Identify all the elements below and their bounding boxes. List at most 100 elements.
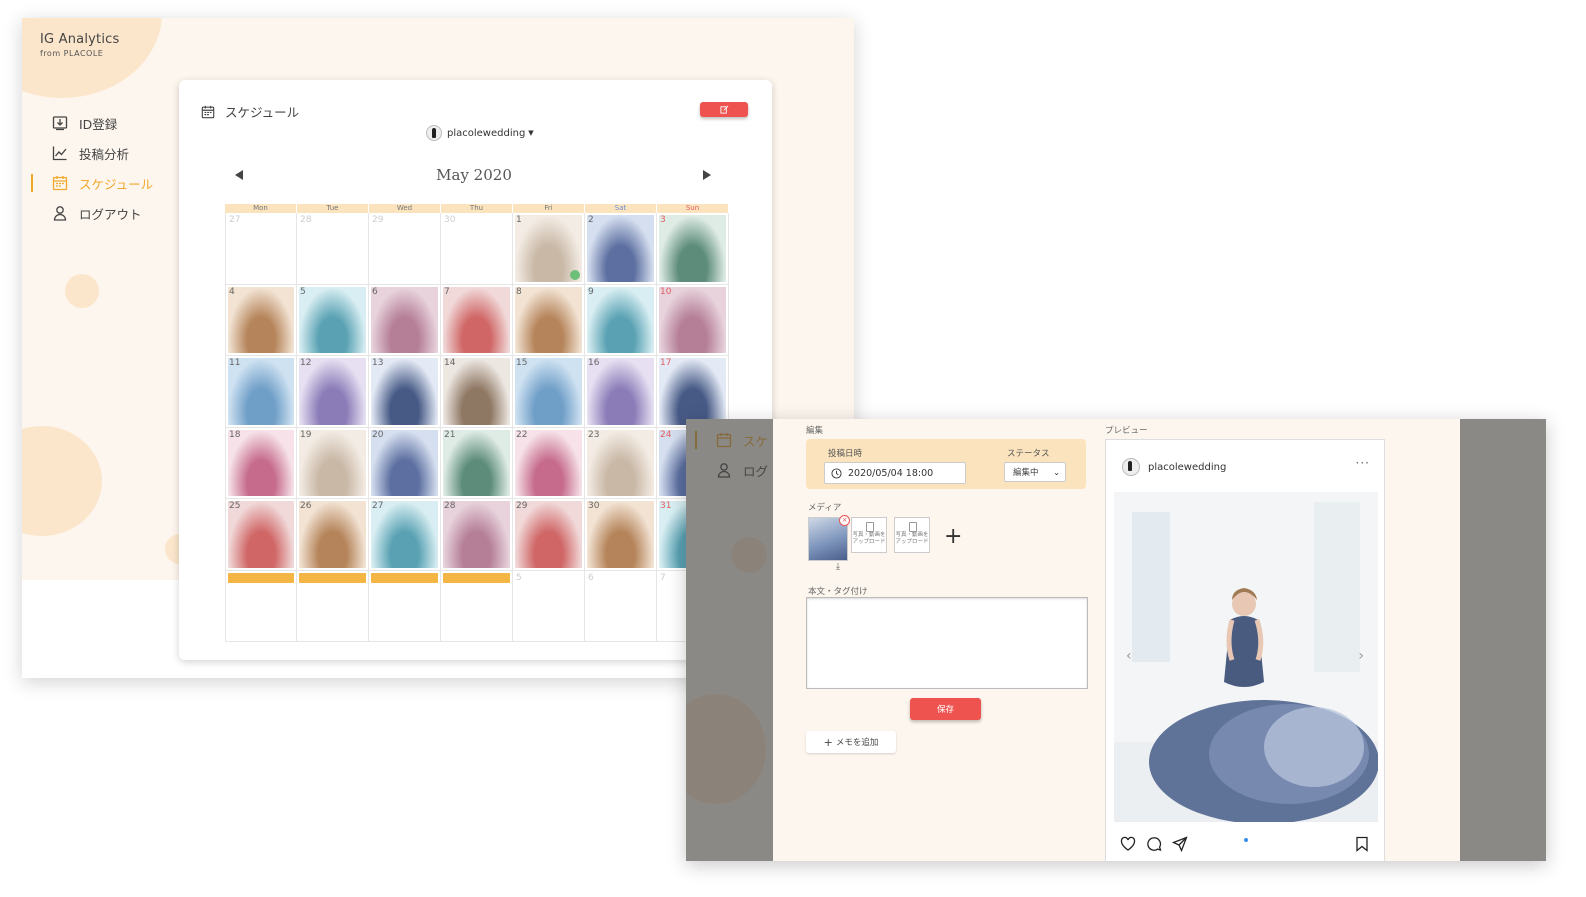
calendar-day-cell[interactable]: 14 <box>441 356 513 428</box>
calendar-day-cell[interactable]: 12 <box>297 356 369 428</box>
add-media-button[interactable]: + <box>944 526 962 548</box>
calendar-day-cell[interactable]: 1 <box>513 213 585 285</box>
calendar-day-cell[interactable]: 11 <box>225 356 297 428</box>
post-thumbnail[interactable] <box>299 286 366 353</box>
calendar-day-cell[interactable]: 18 <box>225 427 297 499</box>
sidebar-item-id-register[interactable]: ID登録 <box>22 108 172 138</box>
calendar-day-cell[interactable]: 10 <box>657 284 729 356</box>
calendar-day-cell[interactable]: 26 <box>297 499 369 571</box>
post-thumbnail[interactable] <box>443 286 510 353</box>
post-editor-window: スケ ログ 編集 プレビュー 投稿日時 ステータス 2020/05/04 18:… <box>686 419 1546 861</box>
status-select[interactable]: 編集中 ⌄ <box>1004 462 1066 482</box>
calendar-day-cell[interactable]: 23 <box>585 427 657 499</box>
media-thumbnail[interactable]: × <box>808 515 850 561</box>
post-date-input[interactable]: 2020/05/04 18:00 <box>824 462 966 484</box>
edit-icon <box>719 105 728 114</box>
calendar-day-cell[interactable]: 30 <box>441 213 513 285</box>
calendar-day-cell[interactable]: 15 <box>513 356 585 428</box>
remove-media-icon[interactable]: × <box>839 515 850 526</box>
calendar-day-cell[interactable]: 29 <box>513 499 585 571</box>
upload-slot-label: アップロード <box>852 539 886 545</box>
preview-account-name: placolewedding <box>1148 461 1227 473</box>
heart-icon[interactable] <box>1120 836 1136 852</box>
calendar-day-cell[interactable]: 8 <box>513 284 585 356</box>
calendar-day-cell[interactable]: 21 <box>441 427 513 499</box>
calendar-day-cell[interactable]: 16 <box>585 356 657 428</box>
add-memo-button[interactable]: + メモを追加 <box>806 731 896 753</box>
day-number: 6 <box>372 286 378 297</box>
day-number: 10 <box>660 286 672 297</box>
post-date-value: 2020/05/04 18:00 <box>848 467 934 479</box>
calendar-day-cell[interactable]: 20 <box>369 427 441 499</box>
next-month-button[interactable] <box>703 170 711 180</box>
day-number: 30 <box>444 215 456 225</box>
scheduled-bar[interactable] <box>228 572 294 583</box>
calendar-day-cell[interactable]: 28 <box>441 499 513 571</box>
page-title-text: スケジュール <box>225 105 300 120</box>
calendar-day-cell[interactable]: 6 <box>585 570 657 642</box>
dress-photo <box>1114 492 1378 822</box>
caption-textarea[interactable] <box>806 597 1088 689</box>
sidebar-item-schedule[interactable]: スケジュール <box>22 168 172 198</box>
more-options-icon[interactable]: ··· <box>1356 456 1370 470</box>
account-selector[interactable]: placolewedding ▼ <box>426 125 534 141</box>
calendar-day-cell[interactable]: 7 <box>441 284 513 356</box>
calendar-day-cell[interactable]: 13 <box>369 356 441 428</box>
comment-icon[interactable] <box>1146 836 1162 852</box>
calendar-day-cell[interactable]: 19 <box>297 427 369 499</box>
day-number: 7 <box>444 286 450 297</box>
modal-overlay <box>686 419 773 861</box>
post-thumbnail[interactable] <box>228 286 294 353</box>
status-label: ステータス <box>1007 449 1050 459</box>
post-thumbnail[interactable] <box>371 286 438 353</box>
calendar-day-cell[interactable]: 17 <box>657 356 729 428</box>
chevron-right-icon[interactable]: › <box>1358 648 1364 664</box>
calendar-day-cell[interactable]: 22 <box>513 427 585 499</box>
calendar-grid: Mon Tue Wed Thu Fri Sat Sun 27 28 29 30 1 2 3 4… <box>225 204 729 643</box>
sidebar-item-post-analysis[interactable]: 投稿分析 <box>22 138 172 168</box>
upload-slot[interactable]: 写真・動画を アップロード <box>851 517 887 553</box>
calendar-day-cell[interactable]: 27 <box>369 499 441 571</box>
chevron-left-icon[interactable]: ‹ <box>1126 648 1132 664</box>
scheduled-bar[interactable] <box>299 572 366 583</box>
calendar-day-cell[interactable]: 30 <box>585 499 657 571</box>
calendar-day-cell[interactable] <box>297 570 369 642</box>
post-thumbnail[interactable] <box>587 286 654 353</box>
day-number: 27 <box>372 501 384 511</box>
calendar-day-cell[interactable]: 4 <box>225 284 297 356</box>
calendar-day-cell[interactable]: 25 <box>225 499 297 571</box>
bookmark-icon[interactable] <box>1354 836 1370 852</box>
post-thumbnail[interactable] <box>659 215 726 282</box>
day-number: 27 <box>229 215 241 225</box>
preview-photo: ‹ › <box>1114 492 1378 822</box>
save-button[interactable]: 保存 <box>910 698 981 720</box>
modal-overlay-right <box>1460 419 1546 861</box>
calendar-day-cell[interactable]: 6 <box>369 284 441 356</box>
download-icon[interactable]: ⤓ <box>836 562 840 572</box>
calendar-day-cell[interactable] <box>225 570 297 642</box>
day-number: 20 <box>372 429 384 440</box>
add-memo-label: メモを追加 <box>835 738 879 748</box>
calendar-day-cell[interactable]: 3 <box>657 213 729 285</box>
calendar-day-cell[interactable]: 28 <box>297 213 369 285</box>
calendar-day-cell[interactable]: 29 <box>369 213 441 285</box>
sidebar-item-logout[interactable]: ログアウト <box>22 198 172 228</box>
post-thumbnail[interactable] <box>515 286 582 353</box>
scheduled-bar[interactable] <box>371 572 438 583</box>
instagram-preview: placolewedding ··· ‹ › <box>1105 439 1385 861</box>
calendar-day-cell[interactable] <box>441 570 513 642</box>
share-icon[interactable] <box>1172 836 1188 852</box>
calendar-day-cell[interactable]: 9 <box>585 284 657 356</box>
post-thumbnail[interactable] <box>587 215 654 282</box>
calendar-day-cell[interactable]: 5 <box>297 284 369 356</box>
account-name: placolewedding <box>447 127 526 139</box>
day-number: 25 <box>229 501 241 511</box>
calendar-day-cell[interactable]: 2 <box>585 213 657 285</box>
upload-slot-label: 写真・動画を <box>895 532 929 538</box>
edit-button[interactable] <box>700 102 748 117</box>
calendar-day-cell[interactable]: 27 <box>225 213 297 285</box>
upload-slot[interactable]: 写真・動画を アップロード <box>894 517 930 553</box>
scheduled-bar[interactable] <box>443 572 510 583</box>
calendar-day-cell[interactable] <box>369 570 441 642</box>
calendar-day-cell[interactable]: 5 <box>513 570 585 642</box>
